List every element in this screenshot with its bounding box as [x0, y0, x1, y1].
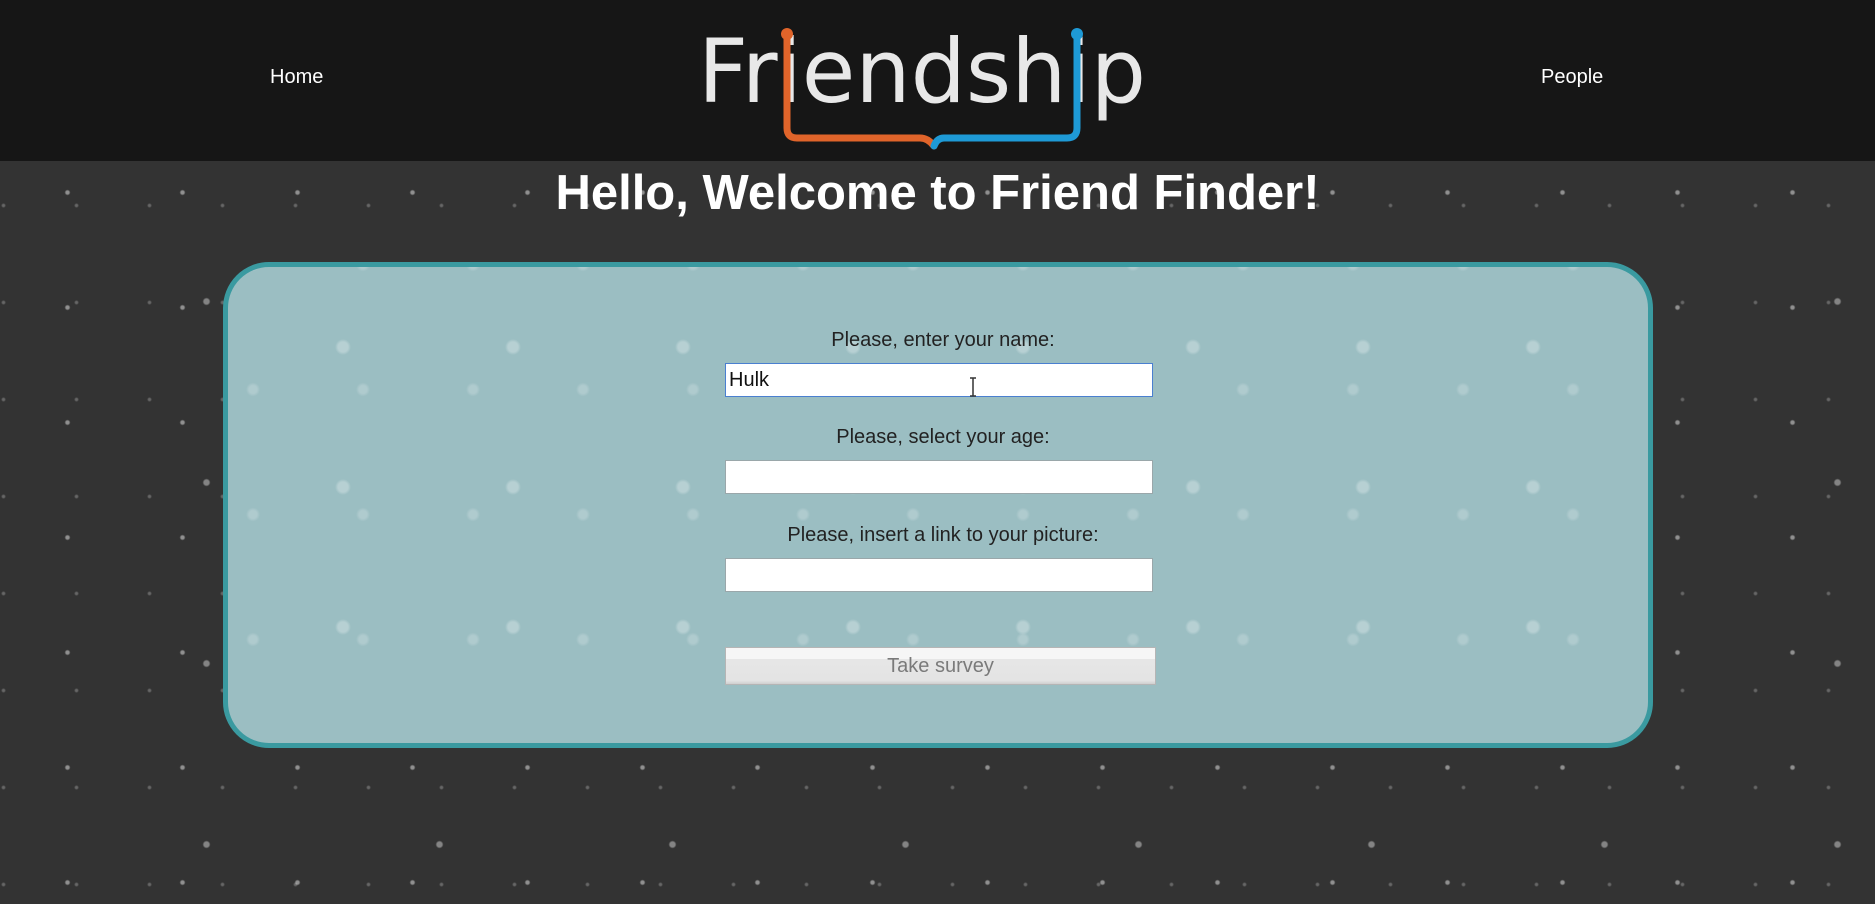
name-input[interactable] [725, 363, 1153, 397]
signup-form-panel: Please, enter your name: Please, select … [223, 262, 1653, 748]
age-input[interactable] [725, 460, 1153, 494]
text-cursor-icon [970, 377, 976, 397]
picture-label: Please, insert a link to your picture: [787, 524, 1099, 546]
friendship-logo[interactable]: Friendship [690, 10, 1160, 155]
age-label: Please, select your age: [836, 426, 1050, 448]
page-title: Hello, Welcome to Friend Finder! [555, 166, 1320, 220]
nav-home-link[interactable]: Home [270, 66, 323, 89]
logo-left-dot [781, 28, 793, 40]
take-survey-button[interactable]: Take survey [725, 647, 1156, 685]
logo-right-dot [1071, 28, 1083, 40]
name-label: Please, enter your name: [831, 329, 1055, 351]
picture-link-input[interactable] [725, 558, 1153, 592]
nav-people-link[interactable]: People [1541, 66, 1603, 89]
navbar: Home Friendship People [0, 0, 1875, 161]
